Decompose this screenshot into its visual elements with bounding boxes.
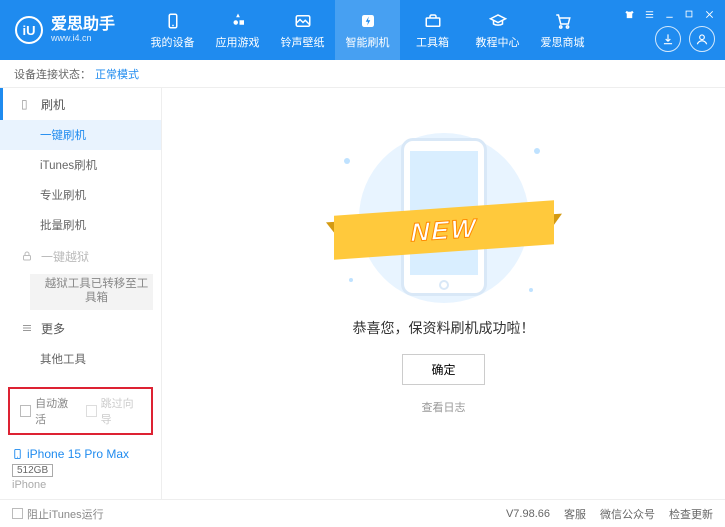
phone-icon: [12, 447, 23, 461]
maximize-icon[interactable]: [683, 8, 695, 20]
nav-toolbox[interactable]: 工具箱: [400, 0, 465, 60]
app-url: www.i4.cn: [51, 34, 115, 44]
nav-tutorial[interactable]: 教程中心: [465, 0, 530, 60]
nav-ringtones[interactable]: 铃声壁纸: [270, 0, 335, 60]
download-button[interactable]: [655, 26, 681, 52]
sidebar-section-jailbreak[interactable]: 一键越狱: [0, 240, 161, 272]
phone-icon: ▯: [21, 97, 35, 111]
lock-icon: [21, 250, 35, 262]
window-controls: [623, 8, 715, 52]
sidebar-options: 自动激活 跳过向导: [8, 387, 153, 435]
sidebar-item-oneclick[interactable]: 一键刷机: [0, 120, 161, 150]
apps-icon: [228, 11, 248, 31]
sidebar: ▯ 刷机 一键刷机 iTunes刷机 专业刷机 批量刷机 一键越狱 越狱工具已转…: [0, 88, 162, 499]
cart-icon: [553, 11, 573, 31]
sidebar-item-other[interactable]: 其他工具: [0, 344, 161, 374]
app-title: 爱思助手: [51, 16, 115, 34]
status-bar: 设备连接状态： 正常模式: [0, 60, 725, 88]
status-label: 设备连接状态：: [14, 66, 91, 82]
logo-icon: iU: [15, 16, 43, 44]
toolbox-icon: [423, 11, 443, 31]
minimize-icon[interactable]: [663, 8, 675, 20]
logo: iU 爱思助手 www.i4.cn: [15, 16, 115, 44]
sidebar-item-batch[interactable]: 批量刷机: [0, 210, 161, 240]
more-icon: [21, 322, 35, 334]
image-icon: [293, 11, 313, 31]
version-label: V7.98.66: [506, 508, 550, 520]
sidebar-item-jailbreak-moved[interactable]: 越狱工具已转移至工具箱: [30, 274, 153, 310]
device-name[interactable]: iPhone 15 Pro Max: [12, 447, 149, 461]
graduation-icon: [488, 11, 508, 31]
user-button[interactable]: [689, 26, 715, 52]
nav-store[interactable]: 爱思商城: [530, 0, 595, 60]
footer-link-wechat[interactable]: 微信公众号: [600, 506, 655, 522]
device-info: iPhone 15 Pro Max 512GB iPhone: [0, 441, 161, 499]
sidebar-section-flash[interactable]: ▯ 刷机: [0, 88, 161, 120]
checkbox-block-itunes[interactable]: 阻止iTunes运行: [12, 506, 104, 522]
skin-icon[interactable]: [623, 8, 635, 20]
nav-my-device[interactable]: 我的设备: [140, 0, 205, 60]
view-log-link[interactable]: 查看日志: [422, 399, 466, 415]
flash-icon: [358, 11, 378, 31]
menu-icon[interactable]: [643, 8, 655, 20]
content: NEW 恭喜您，保资料刷机成功啦！ 确定 查看日志: [162, 88, 725, 499]
nav-apps[interactable]: 应用游戏: [205, 0, 270, 60]
footer: 阻止iTunes运行 V7.98.66 客服 微信公众号 检查更新: [0, 499, 725, 527]
top-nav: 我的设备 应用游戏 铃声壁纸 智能刷机 工具箱 教程中心 爱思商城: [140, 0, 595, 60]
ribbon-text: NEW: [410, 212, 477, 248]
nav-flash[interactable]: 智能刷机: [335, 0, 400, 60]
checkbox-auto-activate[interactable]: 自动激活: [20, 395, 76, 427]
sidebar-item-itunes[interactable]: iTunes刷机: [0, 150, 161, 180]
titlebar: iU 爱思助手 www.i4.cn 我的设备 应用游戏 铃声壁纸 智能刷机 工具…: [0, 0, 725, 60]
checkbox-skip-guide[interactable]: 跳过向导: [86, 395, 142, 427]
ok-button[interactable]: 确定: [402, 354, 484, 385]
device-type: iPhone: [12, 479, 149, 491]
status-value: 正常模式: [95, 66, 139, 82]
sidebar-item-firmware[interactable]: 下载固件: [0, 374, 161, 381]
close-icon[interactable]: [703, 8, 715, 20]
sidebar-section-more[interactable]: 更多: [0, 312, 161, 344]
device-icon: [163, 11, 183, 31]
footer-link-support[interactable]: 客服: [564, 506, 586, 522]
footer-link-update[interactable]: 检查更新: [669, 506, 713, 522]
sidebar-item-pro[interactable]: 专业刷机: [0, 180, 161, 210]
device-storage: 512GB: [12, 464, 53, 477]
success-illustration: NEW: [334, 128, 554, 308]
success-message: 恭喜您，保资料刷机成功啦！: [353, 318, 535, 338]
